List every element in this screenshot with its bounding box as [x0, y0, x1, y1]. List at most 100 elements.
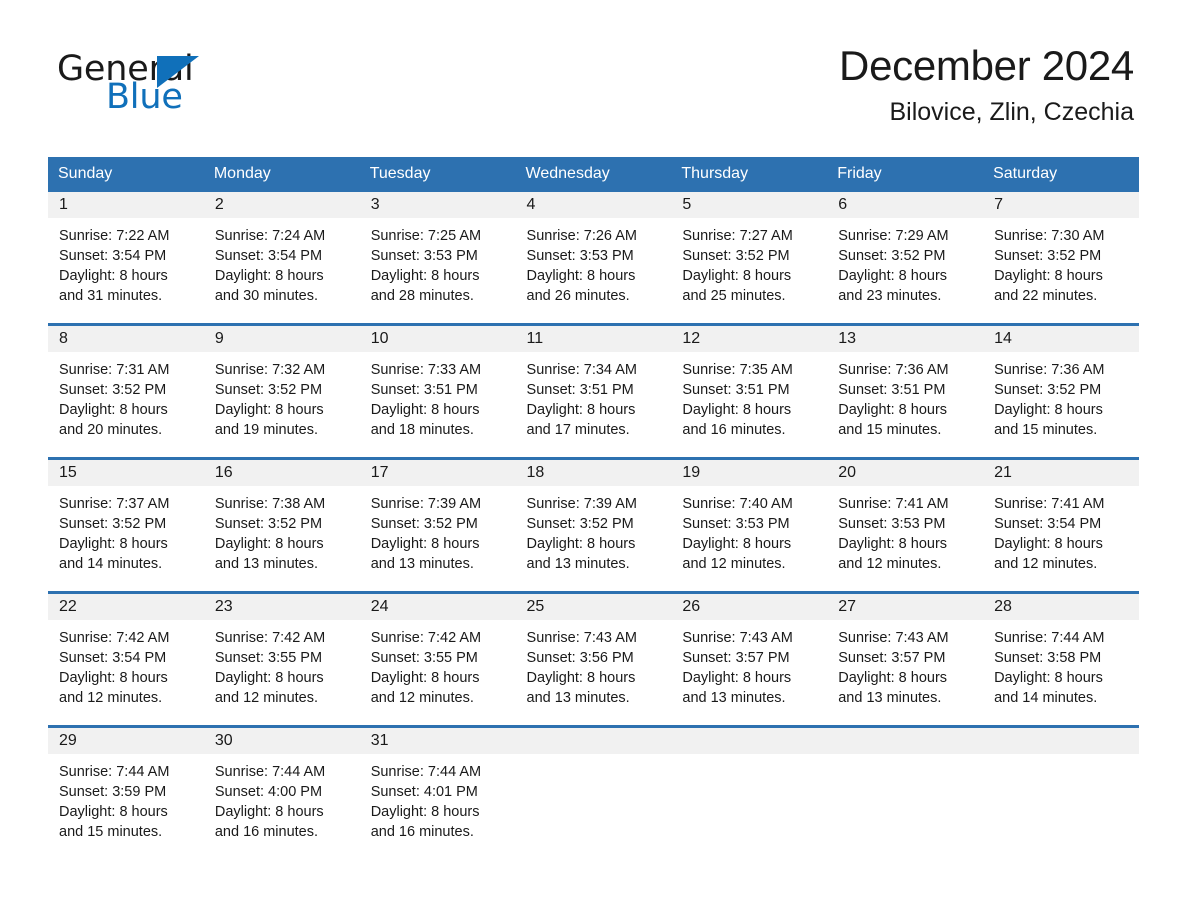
sunrise-text: Sunrise: 7:33 AM — [370, 362, 482, 378]
sunset-text: Sunset: 3:51 PM — [526, 382, 634, 398]
week-row: 15 Sunrise: 7:37 AM Sunset: 3:52 PM Dayligh… — [48, 457, 1139, 593]
sunrise-text: Sunrise: 7:36 AM — [838, 362, 949, 378]
day-cell[interactable]: 14 Sunrise: 7:36 AM Sunset: 3:52 PM Dayligh… — [983, 323, 1139, 459]
day-cell[interactable]: 8 Sunrise: 7:31 AM Sunset: 3:52 PM Daylight… — [48, 323, 204, 459]
day-cell[interactable]: 28 Sunrise: 7:44 AM Sunset: 3:58 PM Dayligh… — [983, 591, 1139, 727]
daylight-text-line2: and 12 minutes. — [59, 690, 163, 706]
daylight-text-line1: Daylight: 8 hours — [370, 268, 480, 284]
day-number: 8 — [48, 326, 204, 352]
day-cell[interactable]: 12 Sunrise: 7:35 AM Sunset: 3:51 PM Dayligh… — [671, 323, 828, 459]
daylight-text-line1: Daylight: 8 hours — [526, 536, 636, 552]
sunrise-text: Sunrise: 7:42 AM — [59, 630, 170, 646]
sunset-text: Sunset: 3:51 PM — [838, 382, 946, 398]
day-cell[interactable]: 11 Sunrise: 7:34 AM Sunset: 3:51 PM Dayligh… — [515, 323, 672, 459]
day-cell[interactable]: 29 Sunrise: 7:44 AM Sunset: 3:59 PM Dayligh… — [48, 725, 204, 859]
daylight-text-line2: and 15 minutes. — [838, 422, 942, 438]
title-block: December 2024 Bilovice, Zlin, Czechia — [839, 42, 1134, 127]
weekday-header-friday: Friday — [827, 157, 984, 192]
daylight-text-line2: and 28 minutes. — [370, 288, 474, 304]
day-number: 16 — [203, 460, 360, 486]
day-cell[interactable]: 10 Sunrise: 7:33 AM Sunset: 3:51 PM Dayligh… — [359, 323, 516, 459]
day-details: Sunrise: 7:44 AM Sunset: 3:58 PM Daylight:… — [983, 620, 1139, 708]
calendar-container: Sunday Monday Tuesday Wednesday Thursday… — [48, 157, 1139, 859]
daylight-text-line2: and 13 minutes. — [838, 690, 942, 706]
day-cell[interactable]: 9 Sunrise: 7:32 AM Sunset: 3:52 PM Daylight… — [203, 323, 360, 459]
daylight-text-line2: and 12 minutes. — [994, 556, 1098, 572]
sunset-text: Sunset: 3:51 PM — [682, 382, 790, 398]
day-number — [983, 728, 1139, 754]
day-cell[interactable]: 3 Sunrise: 7:25 AM Sunset: 3:53 PM Daylight… — [359, 192, 516, 325]
day-cell[interactable]: 6 Sunrise: 7:29 AM Sunset: 3:52 PM Daylight… — [827, 192, 984, 325]
day-details: Sunrise: 7:43 AM Sunset: 3:56 PM Daylight:… — [516, 620, 672, 708]
day-cell[interactable]: 1 Sunrise: 7:22 AM Sunset: 3:54 PM Daylight… — [48, 192, 204, 325]
day-cell[interactable]: 13 Sunrise: 7:36 AM Sunset: 3:51 PM Dayligh… — [827, 323, 984, 459]
daylight-text-line1: Daylight: 8 hours — [682, 268, 792, 284]
day-cell[interactable]: 30 Sunrise: 7:44 AM Sunset: 4:00 PM Dayligh… — [203, 725, 360, 859]
daylight-text-line1: Daylight: 8 hours — [838, 536, 948, 552]
day-number: 23 — [203, 594, 360, 620]
sunrise-text: Sunrise: 7:44 AM — [994, 630, 1105, 646]
daylight-text-line2: and 13 minutes. — [370, 556, 474, 572]
sunset-text: Sunset: 3:52 PM — [838, 248, 946, 264]
daylight-text-line1: Daylight: 8 hours — [370, 670, 480, 686]
day-details: Sunrise: 7:42 AM Sunset: 3:55 PM Daylight:… — [204, 620, 360, 708]
daylight-text-line1: Daylight: 8 hours — [214, 402, 324, 418]
day-cell[interactable]: 26 Sunrise: 7:43 AM Sunset: 3:57 PM Dayligh… — [671, 591, 828, 727]
day-cell[interactable]: 4 Sunrise: 7:26 AM Sunset: 3:53 PM Daylight… — [515, 192, 672, 325]
day-cell[interactable]: 20 Sunrise: 7:41 AM Sunset: 3:53 PM Dayligh… — [827, 457, 984, 593]
sunrise-text: Sunrise: 7:25 AM — [370, 228, 482, 244]
day-cell[interactable]: 15 Sunrise: 7:37 AM Sunset: 3:52 PM Dayligh… — [48, 457, 204, 593]
logo-text-blue: Blue — [106, 77, 183, 117]
sunrise-text: Sunrise: 7:39 AM — [526, 496, 637, 512]
weekday-header-wednesday: Wednesday — [515, 157, 672, 192]
day-cell[interactable]: 24 Sunrise: 7:42 AM Sunset: 3:55 PM Dayligh… — [359, 591, 516, 727]
day-details: Sunrise: 7:31 AM Sunset: 3:52 PM Daylight:… — [48, 352, 204, 440]
day-cell[interactable]: 18 Sunrise: 7:39 AM Sunset: 3:52 PM Dayligh… — [515, 457, 672, 593]
day-cell[interactable]: 21 Sunrise: 7:41 AM Sunset: 3:54 PM Dayligh… — [983, 457, 1139, 593]
day-cell[interactable]: 31 Sunrise: 7:44 AM Sunset: 4:01 PM Dayligh… — [359, 725, 516, 859]
sunset-text: Sunset: 3:55 PM — [214, 650, 323, 666]
day-number: 24 — [359, 594, 516, 620]
daylight-text-line2: and 26 minutes. — [526, 288, 630, 304]
daylight-text-line2: and 19 minutes. — [214, 422, 319, 438]
sunset-text: Sunset: 3:54 PM — [994, 516, 1102, 532]
daylight-text-line1: Daylight: 8 hours — [59, 402, 168, 418]
sunrise-text: Sunrise: 7:38 AM — [214, 496, 326, 512]
sunrise-text: Sunrise: 7:22 AM — [59, 228, 170, 244]
day-cell[interactable]: 16 Sunrise: 7:38 AM Sunset: 3:52 PM Dayligh… — [203, 457, 360, 593]
day-number: 22 — [48, 594, 204, 620]
daylight-text-line2: and 17 minutes. — [526, 422, 630, 438]
sunset-text: Sunset: 4:01 PM — [370, 784, 478, 800]
page-title: December 2024 — [839, 42, 1134, 89]
daylight-text-line1: Daylight: 8 hours — [214, 268, 324, 284]
day-cell[interactable]: 25 Sunrise: 7:43 AM Sunset: 3:56 PM Dayligh… — [515, 591, 672, 727]
day-details: Sunrise: 7:43 AM Sunset: 3:57 PM Daylight:… — [671, 620, 827, 708]
daylight-text-line1: Daylight: 8 hours — [526, 670, 636, 686]
sunset-text: Sunset: 3:52 PM — [214, 382, 323, 398]
daylight-text-line1: Daylight: 8 hours — [59, 670, 168, 686]
day-cell[interactable]: 2 Sunrise: 7:24 AM Sunset: 3:54 PM Daylight… — [203, 192, 360, 325]
day-details: Sunrise: 7:39 AM Sunset: 3:52 PM Daylight:… — [516, 486, 672, 574]
day-cell[interactable]: 19 Sunrise: 7:40 AM Sunset: 3:53 PM Dayligh… — [671, 457, 828, 593]
sunset-text: Sunset: 3:55 PM — [370, 650, 478, 666]
day-cell[interactable]: 5 Sunrise: 7:27 AM Sunset: 3:52 PM Daylight… — [671, 192, 828, 325]
day-details: Sunrise: 7:36 AM Sunset: 3:51 PM Daylight:… — [827, 352, 983, 440]
sunrise-text: Sunrise: 7:39 AM — [370, 496, 482, 512]
sunset-text: Sunset: 3:54 PM — [214, 248, 323, 264]
week-row: 22 Sunrise: 7:42 AM Sunset: 3:54 PM Dayligh… — [48, 591, 1139, 727]
day-number: 30 — [203, 728, 360, 754]
general-blue-logo[interactable]: General Blue — [57, 52, 267, 117]
daylight-text-line1: Daylight: 8 hours — [59, 536, 168, 552]
day-number: 19 — [671, 460, 828, 486]
day-cell[interactable]: 23 Sunrise: 7:42 AM Sunset: 3:55 PM Dayligh… — [203, 591, 360, 727]
day-cell[interactable]: 7 Sunrise: 7:30 AM Sunset: 3:52 PM Daylight… — [983, 192, 1139, 325]
day-cell[interactable]: 27 Sunrise: 7:43 AM Sunset: 3:57 PM Dayligh… — [827, 591, 984, 727]
day-number: 10 — [359, 326, 516, 352]
day-cell[interactable]: 17 Sunrise: 7:39 AM Sunset: 3:52 PM Dayligh… — [359, 457, 516, 593]
daylight-text-line2: and 20 minutes. — [59, 422, 163, 438]
day-cell[interactable]: 22 Sunrise: 7:42 AM Sunset: 3:54 PM Dayligh… — [48, 591, 204, 727]
sunrise-text: Sunrise: 7:44 AM — [214, 764, 326, 780]
sunset-text: Sunset: 3:53 PM — [682, 516, 790, 532]
week-row: 8 Sunrise: 7:31 AM Sunset: 3:52 PM Daylight… — [48, 323, 1139, 459]
day-details: Sunrise: 7:37 AM Sunset: 3:52 PM Daylight:… — [48, 486, 204, 574]
